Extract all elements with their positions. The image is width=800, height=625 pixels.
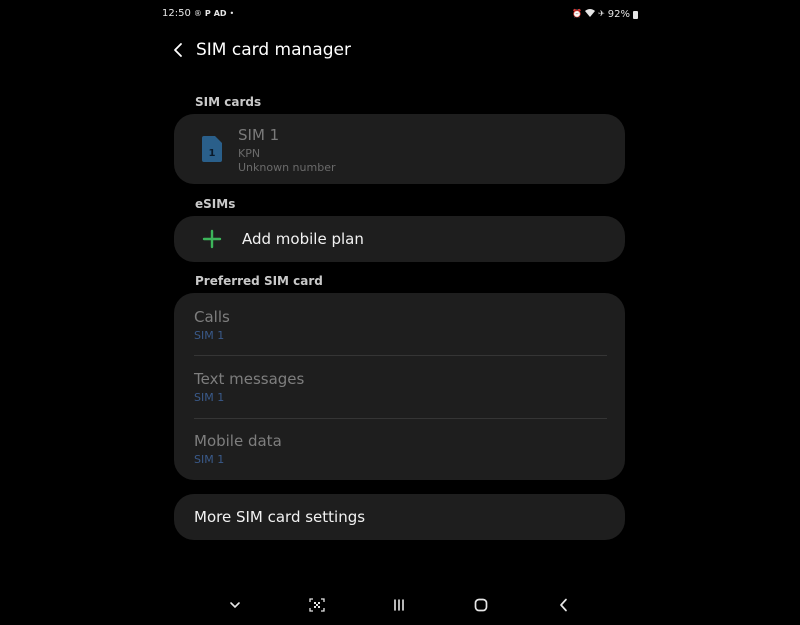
hide-keyboard-icon: [230, 602, 240, 609]
preferred-sim-card-group: Calls SIM 1 Text messages SIM 1 Mobile d…: [174, 293, 625, 480]
sim-number: Unknown number: [238, 161, 336, 174]
screen-capture-icon: [309, 598, 325, 612]
section-label-preferred: Preferred SIM card: [195, 274, 323, 288]
back-icon: [560, 598, 567, 612]
screen-capture-button[interactable]: [306, 594, 328, 616]
back-nav-button[interactable]: [553, 594, 575, 616]
home-button[interactable]: [470, 594, 492, 616]
page-title: SIM card manager: [196, 40, 351, 60]
preferred-mobile-data-item[interactable]: Mobile data SIM 1: [174, 419, 625, 481]
preferred-calls-item[interactable]: Calls SIM 1: [174, 293, 625, 355]
preferred-mobile-data-title: Mobile data: [194, 432, 282, 450]
registered-icon: ®: [193, 8, 202, 18]
sim-card-icon: 1: [202, 136, 222, 162]
section-label-sim-cards: SIM cards: [195, 95, 262, 109]
preferred-calls-title: Calls: [194, 308, 230, 326]
sim-card-item[interactable]: 1 SIM 1 KPN Unknown number: [174, 114, 625, 184]
ad-icon: AD: [213, 8, 227, 18]
recents-icon: [394, 599, 404, 611]
add-mobile-plan-label: Add mobile plan: [242, 230, 364, 248]
recents-button[interactable]: [388, 594, 410, 616]
home-icon: [474, 598, 488, 612]
wifi-icon: [585, 8, 596, 20]
paypal-icon: P: [204, 8, 211, 18]
battery-icon: [633, 11, 638, 19]
preferred-text-messages-title: Text messages: [194, 370, 305, 388]
status-left: 12:50 ® P AD •: [162, 8, 234, 19]
header: SIM card manager: [168, 36, 351, 64]
status-bar: 12:50 ® P AD • ⏰ ✈ 92%: [162, 8, 638, 22]
chevron-left-icon: [174, 43, 182, 57]
preferred-mobile-data-value: SIM 1: [194, 453, 225, 466]
sim-name: SIM 1: [238, 126, 280, 144]
status-right: ⏰ ✈ 92%: [572, 8, 638, 20]
preferred-text-messages-value: SIM 1: [194, 391, 225, 404]
plus-icon: [202, 229, 222, 249]
airplane-icon: ✈: [598, 9, 605, 18]
navigation-bar: [0, 594, 800, 616]
more-sim-card-settings-label: More SIM card settings: [194, 508, 366, 526]
add-mobile-plan-button[interactable]: Add mobile plan: [174, 216, 625, 262]
section-label-esims: eSIMs: [195, 197, 236, 211]
more-sim-card-settings-button[interactable]: More SIM card settings: [174, 494, 625, 540]
alarm-icon: ⏰: [572, 9, 583, 18]
sim-badge: 1: [209, 148, 216, 159]
dot-icon: •: [229, 8, 235, 18]
back-button[interactable]: [168, 38, 188, 62]
preferred-calls-value: SIM 1: [194, 329, 225, 342]
battery-percent: 92%: [607, 8, 630, 20]
preferred-text-messages-item[interactable]: Text messages SIM 1: [174, 356, 625, 418]
status-time: 12:50: [162, 8, 191, 19]
hide-keyboard-button[interactable]: [224, 594, 246, 616]
sim-carrier: KPN: [238, 147, 261, 160]
